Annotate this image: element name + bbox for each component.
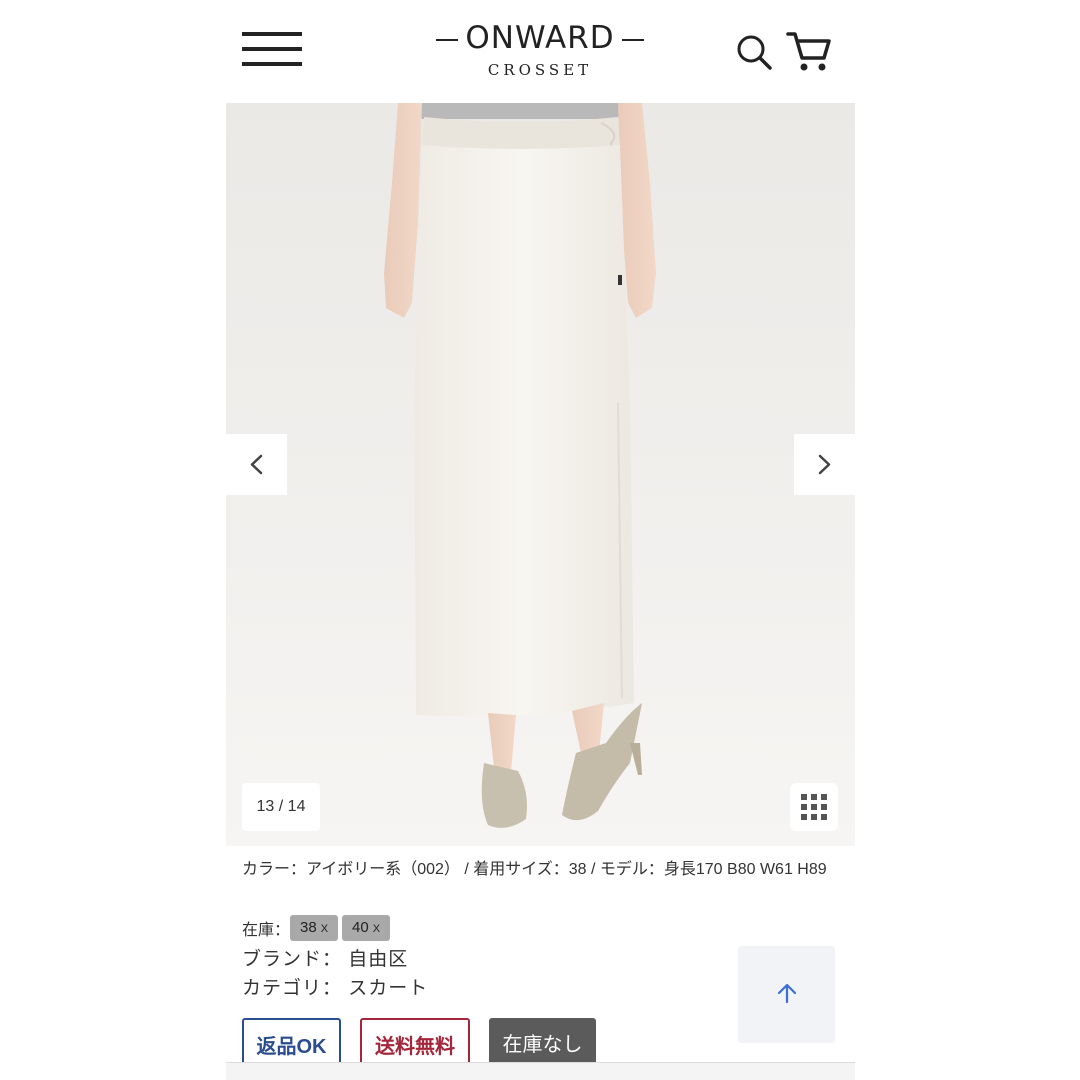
logo-main-text: ONWARD — [465, 20, 615, 56]
brand-logo[interactable]: ONWARD CROSSET — [436, 18, 644, 84]
brand-row: ブランド： 自由区 — [242, 949, 409, 970]
previous-image-button[interactable] — [226, 434, 287, 495]
bottom-bar — [226, 1062, 855, 1080]
product-photo — [226, 103, 855, 846]
search-icon[interactable] — [734, 32, 774, 72]
hamburger-menu-icon[interactable] — [242, 30, 302, 68]
site-header: ONWARD CROSSET — [226, 0, 855, 102]
product-info: カラー：アイボリー系（002） / 着用サイズ：38 / モデル：身長170 B… — [242, 858, 842, 999]
chevron-left-icon — [250, 454, 263, 475]
next-image-button[interactable] — [794, 434, 855, 495]
product-page-column: ONWARD CROSSET 13 / 14 カラー：アイボリー系（002） /… — [226, 0, 855, 1080]
category-row: カテゴリ： スカート — [242, 978, 429, 999]
free-shipping-badge: 送料無料 — [360, 1018, 470, 1068]
grid-icon[interactable] — [790, 783, 838, 831]
product-image-gallery[interactable]: 13 / 14 — [226, 103, 855, 846]
stock-label: 在庫： — [242, 922, 291, 939]
size-chip-40[interactable]: 40 X — [342, 915, 391, 941]
back-to-top-button[interactable] — [738, 946, 835, 1043]
arrow-up-icon — [777, 983, 797, 1004]
stock-row: 在庫： 38 X 40 X — [242, 914, 394, 942]
color-size-model-info: カラー：アイボリー系（002） / 着用サイズ：38 / モデル：身長170 B… — [242, 861, 827, 878]
out-of-stock-badge: 在庫なし — [489, 1018, 596, 1068]
cart-icon[interactable] — [786, 30, 834, 74]
image-counter: 13 / 14 — [242, 783, 320, 831]
page: ONWARD CROSSET 13 / 14 カラー：アイボリー系（002） /… — [0, 0, 1080, 1080]
chevron-right-icon — [818, 454, 831, 475]
returnable-badge: 返品OK — [242, 1018, 341, 1068]
logo-sub-text: CROSSET — [487, 61, 593, 79]
size-chip-38[interactable]: 38 X — [290, 915, 339, 941]
